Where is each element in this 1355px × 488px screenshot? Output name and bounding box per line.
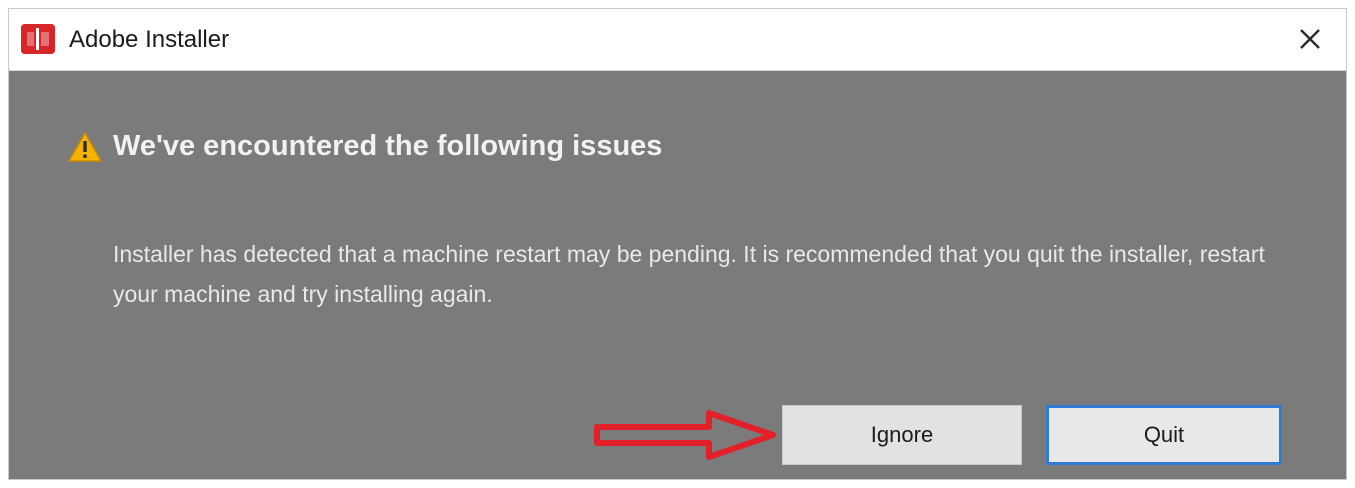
red-arrow-icon — [585, 405, 781, 465]
window-title: Adobe Installer — [69, 26, 230, 53]
close-button[interactable] — [1292, 21, 1328, 57]
installer-window: Adobe Installer We've encountered the fo… — [8, 8, 1347, 480]
dialog-message: Installer has detected that a machine re… — [113, 241, 1265, 307]
title-bar: Adobe Installer — [9, 9, 1346, 71]
dialog-heading: We've encountered the following issues — [113, 130, 663, 162]
quit-button[interactable]: Quit — [1046, 405, 1282, 465]
close-icon — [1300, 29, 1320, 49]
ignore-button[interactable]: Ignore — [782, 405, 1022, 465]
warning-icon — [67, 131, 103, 163]
dialog-body: We've encountered the following issues I… — [9, 71, 1346, 479]
adobe-logo-icon — [21, 24, 55, 54]
